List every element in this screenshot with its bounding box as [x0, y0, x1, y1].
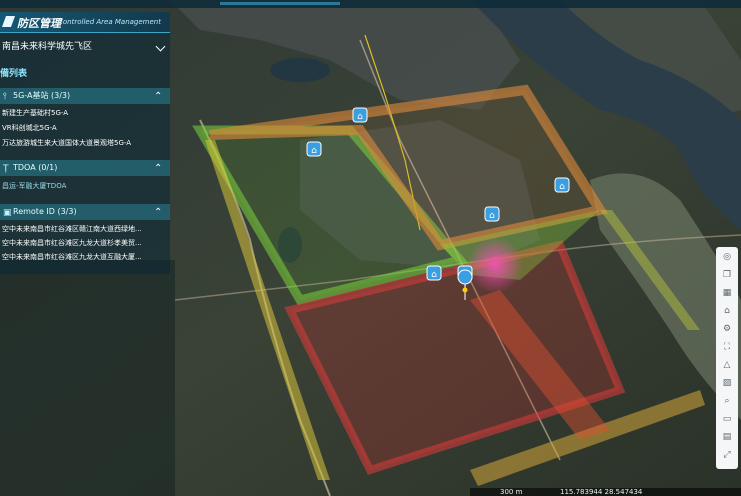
list-item[interactable]: 昌运-军融大厦TDOA — [2, 181, 168, 191]
panel-title: 防区管理 — [17, 17, 61, 30]
tdoa-icon: Ṭ — [3, 164, 9, 174]
panel-header: 防区管理 Controlled Area Management — [0, 12, 170, 33]
map-toolbar: ◎ ❐ ▦ ⌂ ⚙ ⛶ △ ▨ ⌕ ▭ ▤ ⤢ — [716, 247, 738, 469]
list-item[interactable]: 新建生产基础村5G-A — [2, 108, 168, 118]
layers-icon[interactable]: ◎ — [721, 251, 733, 263]
home-icon[interactable]: ⌂ — [721, 305, 733, 317]
collapse-icon[interactable]: ⌃ — [154, 89, 162, 105]
warning-icon[interactable]: △ — [721, 359, 733, 371]
map-marker[interactable]: ⌂ — [484, 206, 500, 222]
settings-icon[interactable]: ⚙ — [721, 323, 733, 335]
list-item[interactable]: 万达旅游城生来大道国体大道景观塔5G-A — [2, 138, 168, 148]
list-item[interactable]: 空中未来南昌市红谷滩区九龙大道杉孝美贸... — [2, 238, 168, 248]
copy-icon[interactable]: ❐ — [721, 269, 733, 281]
hotspot — [467, 237, 523, 293]
fullscreen-icon[interactable]: ⛶ — [721, 341, 733, 353]
calendar-icon[interactable]: ▤ — [721, 431, 733, 443]
chevron-down-icon — [155, 41, 166, 52]
control-panel: 防区管理 Controlled Area Management 南昌未来科学城先… — [0, 12, 170, 274]
collapse-icon[interactable]: ⌃ — [154, 161, 162, 177]
remote-id-icon: ▣ — [3, 208, 12, 218]
svg-text:⌂: ⌂ — [311, 146, 317, 156]
list-item[interactable]: VR科创城北5G-A — [2, 123, 168, 133]
expand-icon[interactable]: ⤢ — [721, 449, 733, 461]
region-label: 南昌未来科学城先飞区 — [2, 42, 93, 52]
section-label: TDOA (0/1) — [13, 163, 58, 172]
panel-logo-icon — [1, 16, 16, 27]
scale-readout: 300 m — [500, 488, 523, 496]
svg-text:⌂: ⌂ — [431, 270, 437, 280]
image-icon[interactable]: ▨ — [721, 377, 733, 389]
region-selector[interactable]: 南昌未来科学城先飞区 — [0, 35, 170, 59]
panel-subtitle: Controlled Area Management — [58, 18, 161, 26]
antenna-icon: ⫯ — [3, 92, 7, 102]
coordinate-readout: 115.783944 28.547434 — [560, 488, 643, 496]
left-dark-area — [0, 260, 175, 496]
svg-text:⌂: ⌂ — [559, 182, 565, 192]
search-icon[interactable]: ⌕ — [721, 395, 733, 407]
folder-icon[interactable]: ▭ — [721, 413, 733, 425]
section-label: 5G-A基站 (3/3) — [13, 91, 71, 100]
status-bar: 300 m 115.783944 28.547434 — [470, 488, 741, 496]
list-item[interactable]: 空中未来南昌市红谷滩区赣江南大道西绿地... — [2, 224, 168, 234]
map-marker[interactable]: ⌂ — [426, 265, 442, 281]
grid-icon[interactable]: ▦ — [721, 287, 733, 299]
svg-text:⌂: ⌂ — [357, 112, 363, 122]
lake — [270, 58, 330, 82]
section-remote-id-header[interactable]: ▣ Remote ID (3/3) ⌃ — [0, 204, 170, 220]
top-bar — [0, 0, 741, 8]
collapse-icon[interactable]: ⌃ — [154, 205, 162, 221]
list-item[interactable]: 空中未来南昌市红谷滩区九龙大道互融大厦... — [2, 252, 168, 262]
map-marker[interactable]: ⌂ — [554, 177, 570, 193]
list-title: 備列表 — [0, 69, 28, 79]
section-tdoa-header[interactable]: Ṭ TDOA (0/1) ⌃ — [0, 160, 170, 176]
svg-text:⌂: ⌂ — [489, 211, 495, 221]
map-marker[interactable]: ⌂ — [352, 107, 368, 123]
section-5g-header[interactable]: ⫯ 5G-A基站 (3/3) ⌃ — [0, 88, 170, 104]
section-label: Remote ID (3/3) — [13, 207, 77, 216]
top-bar-accent — [220, 2, 340, 5]
map-marker[interactable]: ⌂ — [306, 141, 322, 157]
